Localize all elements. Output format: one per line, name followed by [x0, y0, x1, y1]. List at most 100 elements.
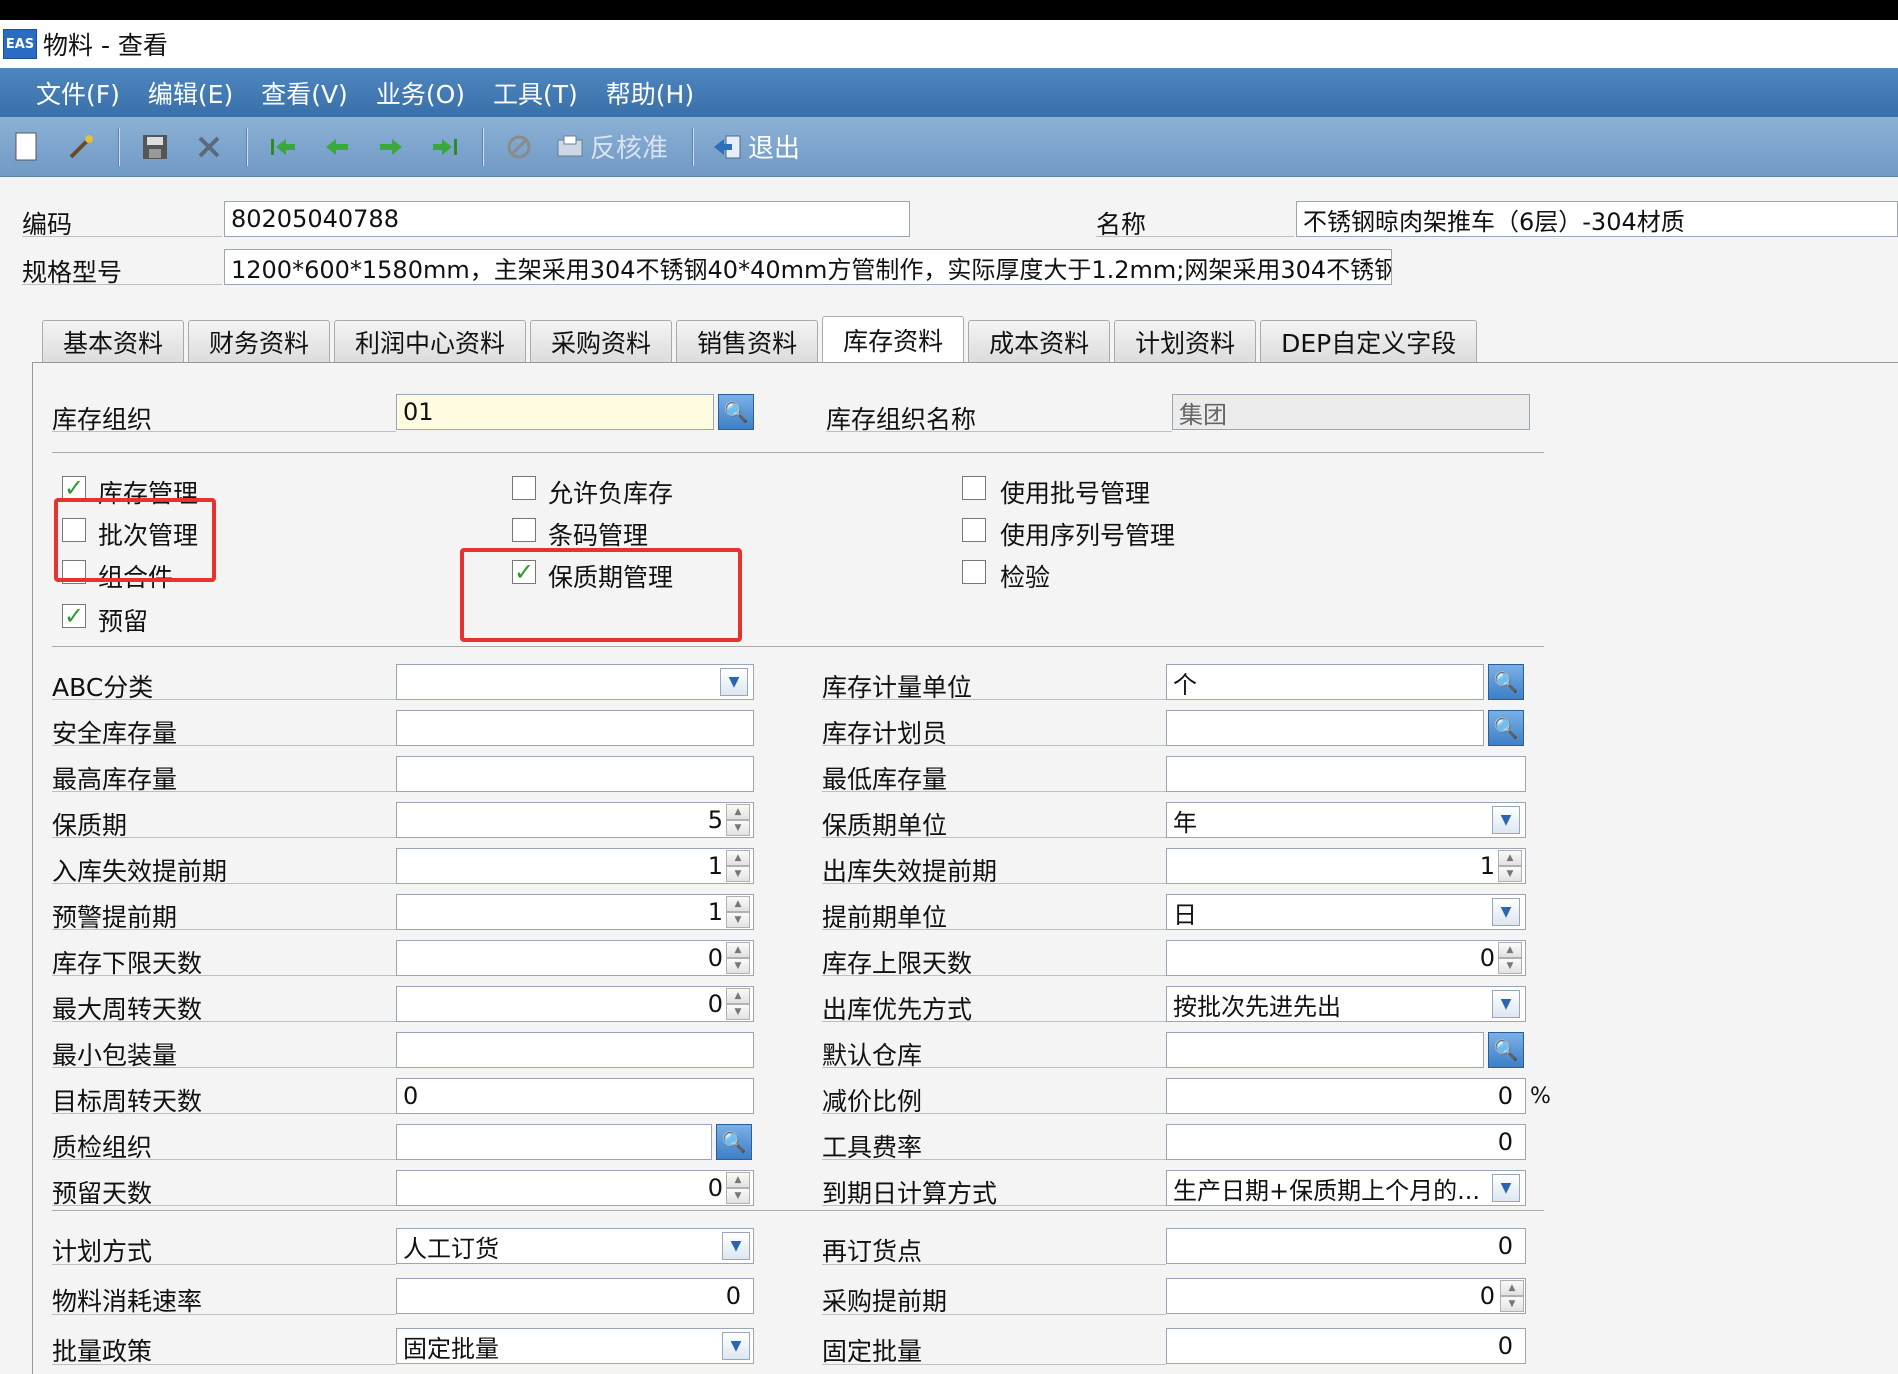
right-lookup-button-1[interactable]: 🔍: [1488, 710, 1524, 746]
left-field-2[interactable]: [396, 756, 754, 792]
menu-file[interactable]: 文件(F): [36, 75, 120, 111]
left-field-3[interactable]: 5: [396, 802, 754, 838]
left-field-5[interactable]: 1: [396, 894, 754, 930]
previous-record-icon[interactable]: [320, 130, 354, 164]
name-field[interactable]: 不锈钢晾肉架推车（6层）-304材质: [1296, 201, 1898, 237]
exit-button[interactable]: 退出: [712, 128, 800, 165]
batch-policy-dropdown[interactable]: ▼: [722, 1332, 750, 1360]
left-spinner-11[interactable]: ▲ ▼: [726, 1172, 750, 1204]
left-field-7[interactable]: 0: [396, 986, 754, 1022]
left-spinner-3[interactable]: ▲ ▼: [726, 804, 750, 836]
right-field-7[interactable]: 按批次先进先出: [1166, 986, 1526, 1022]
tab-inventory[interactable]: 库存资料: [822, 316, 965, 362]
disable-icon[interactable]: [502, 130, 536, 164]
menu-tools[interactable]: 工具(T): [493, 75, 578, 111]
delete-icon[interactable]: [192, 130, 226, 164]
tab-profit-center[interactable]: 利润中心资料: [334, 320, 527, 362]
left-field-10[interactable]: [396, 1124, 712, 1160]
spin-up-icon[interactable]: ▲: [726, 942, 750, 958]
tab-cost[interactable]: 成本资料: [968, 320, 1111, 362]
spin-up-icon[interactable]: ▲: [1500, 1280, 1524, 1296]
barcode-checkbox[interactable]: [512, 518, 536, 542]
fixed-batch-field[interactable]: 0: [1166, 1328, 1526, 1364]
first-record-icon[interactable]: [266, 130, 300, 164]
batch-policy-field[interactable]: 固定批量: [396, 1328, 754, 1364]
tab-purchase[interactable]: 采购资料: [530, 320, 673, 362]
tab-dep-custom[interactable]: DEP自定义字段: [1260, 320, 1478, 362]
right-field-6[interactable]: 0: [1166, 940, 1526, 976]
right-dropdown-5[interactable]: ▼: [1492, 898, 1520, 926]
spin-up-icon[interactable]: ▲: [726, 988, 750, 1004]
plan-method-field[interactable]: 人工订货: [396, 1228, 754, 1264]
left-dropdown-0[interactable]: ▼: [720, 668, 748, 696]
spin-up-icon[interactable]: ▲: [1498, 942, 1522, 958]
spin-up-icon[interactable]: ▲: [726, 804, 750, 820]
unaudit-button[interactable]: 反核准: [556, 128, 668, 165]
right-field-1[interactable]: [1166, 710, 1484, 746]
menu-business[interactable]: 业务(O): [376, 75, 465, 111]
tab-finance[interactable]: 财务资料: [188, 320, 331, 362]
spec-field[interactable]: 1200*600*1580mm，主架采用304不锈钢40*40mm方管制作，实际…: [224, 249, 1392, 285]
right-field-10[interactable]: 0: [1166, 1124, 1526, 1160]
right-field-4[interactable]: 1: [1166, 848, 1526, 884]
right-spinner-4[interactable]: ▲ ▼: [1498, 850, 1522, 882]
spin-down-icon[interactable]: ▼: [1498, 958, 1522, 974]
left-spinner-7[interactable]: ▲ ▼: [726, 988, 750, 1020]
left-field-4[interactable]: 1: [396, 848, 754, 884]
spin-up-icon[interactable]: ▲: [726, 896, 750, 912]
right-field-3[interactable]: 年: [1166, 802, 1526, 838]
spin-up-icon[interactable]: ▲: [726, 1172, 750, 1188]
menu-edit[interactable]: 编辑(E): [148, 75, 233, 111]
new-document-icon[interactable]: [10, 130, 44, 164]
left-field-0[interactable]: [396, 664, 754, 700]
spin-up-icon[interactable]: ▲: [1498, 850, 1522, 866]
next-record-icon[interactable]: [374, 130, 408, 164]
lot-number-checkbox[interactable]: [962, 476, 986, 500]
left-lookup-button-10[interactable]: 🔍: [716, 1124, 752, 1160]
left-field-1[interactable]: [396, 710, 754, 746]
right-dropdown-7[interactable]: ▼: [1492, 990, 1520, 1018]
spin-down-icon[interactable]: ▼: [726, 1188, 750, 1204]
code-field[interactable]: 80205040788: [224, 201, 910, 237]
menu-help[interactable]: 帮助(H): [606, 75, 694, 111]
right-lookup-button-8[interactable]: 🔍: [1488, 1032, 1524, 1068]
right-field-0[interactable]: 个: [1166, 664, 1484, 700]
tab-basic[interactable]: 基本资料: [42, 320, 185, 362]
spin-down-icon[interactable]: ▼: [1498, 866, 1522, 882]
reorder-point-field[interactable]: 0: [1166, 1228, 1526, 1264]
save-icon[interactable]: [138, 130, 172, 164]
left-field-9[interactable]: 0: [396, 1078, 754, 1114]
inspection-checkbox[interactable]: [962, 560, 986, 584]
right-lookup-button-0[interactable]: 🔍: [1488, 664, 1524, 700]
org-lookup-button[interactable]: 🔍: [718, 394, 754, 430]
spin-down-icon[interactable]: ▼: [726, 1004, 750, 1020]
spin-down-icon[interactable]: ▼: [726, 912, 750, 928]
right-spinner-6[interactable]: ▲ ▼: [1498, 942, 1522, 974]
menu-view[interactable]: 查看(V): [261, 75, 348, 111]
left-field-6[interactable]: 0: [396, 940, 754, 976]
right-dropdown-3[interactable]: ▼: [1492, 806, 1520, 834]
inventory-mgmt-checkbox[interactable]: ✓: [62, 476, 86, 500]
spin-down-icon[interactable]: ▼: [726, 958, 750, 974]
right-field-11[interactable]: 生产日期+保质期上个月的...: [1166, 1170, 1526, 1206]
left-spinner-6[interactable]: ▲ ▼: [726, 942, 750, 974]
org-field[interactable]: 01: [396, 394, 714, 430]
spin-down-icon[interactable]: ▼: [726, 820, 750, 836]
consume-rate-field[interactable]: 0: [396, 1278, 754, 1314]
purchase-lead-spinner[interactable]: ▲ ▼: [1500, 1280, 1524, 1312]
tab-plan[interactable]: 计划资料: [1114, 320, 1257, 362]
right-field-2[interactable]: [1166, 756, 1526, 792]
right-field-5[interactable]: 日: [1166, 894, 1526, 930]
tab-sales[interactable]: 销售资料: [676, 320, 819, 362]
last-record-icon[interactable]: [428, 130, 462, 164]
left-field-11[interactable]: 0: [396, 1170, 754, 1206]
serial-checkbox[interactable]: [962, 518, 986, 542]
purchase-lead-field[interactable]: 0: [1166, 1278, 1526, 1314]
plan-method-dropdown[interactable]: ▼: [722, 1232, 750, 1260]
left-spinner-5[interactable]: ▲ ▼: [726, 896, 750, 928]
spin-down-icon[interactable]: ▼: [1500, 1296, 1524, 1312]
edit-brush-icon[interactable]: [64, 130, 98, 164]
right-field-9[interactable]: 0: [1166, 1078, 1526, 1114]
spin-down-icon[interactable]: ▼: [726, 866, 750, 882]
left-spinner-4[interactable]: ▲ ▼: [726, 850, 750, 882]
